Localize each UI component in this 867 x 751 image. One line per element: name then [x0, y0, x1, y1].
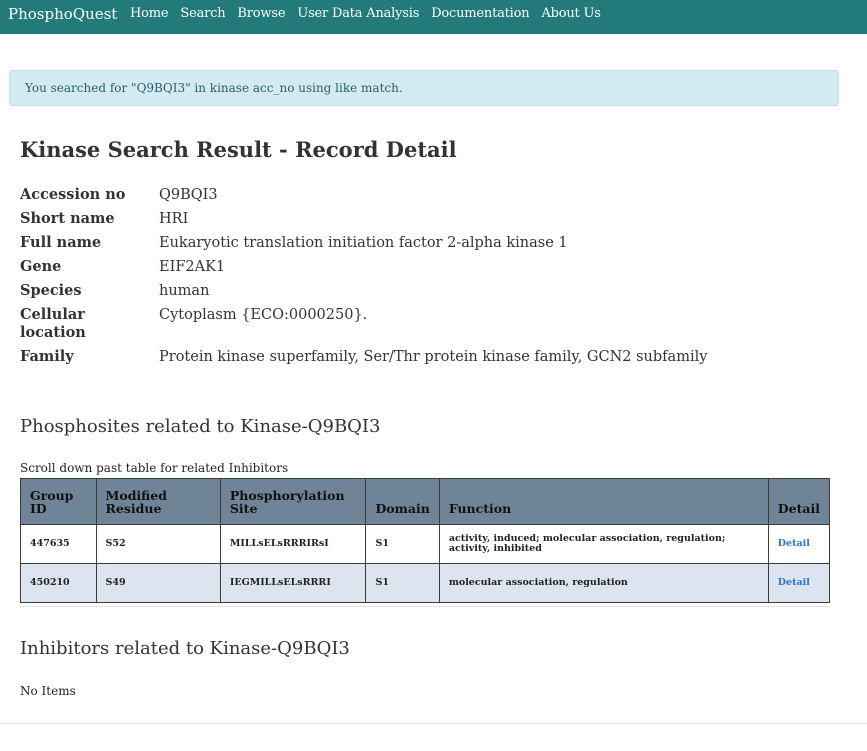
record-details: Accession no Q9BQI3 Short name HRI Full … [20, 186, 780, 372]
table-header-row: Group ID Modified Residue Phosphorylatio… [20, 478, 831, 525]
detail-row-accession: Accession no Q9BQI3 [20, 186, 780, 204]
col-group-id: Group ID [20, 478, 97, 525]
detail-row-cellular-location: Cellular location Cytoplasm {ECO:0000250… [20, 306, 780, 342]
detail-value: Eukaryotic translation initiation factor… [159, 235, 568, 251]
cell-domain: S1 [365, 524, 440, 564]
inhibitors-heading: Inhibitors related to Kinase-Q9BQI3 [20, 638, 350, 659]
detail-label: Short name [20, 210, 115, 227]
detail-label: Gene [20, 258, 62, 275]
cell-site: MILLsELsRRRIRsI [219, 524, 367, 564]
col-modified-residue: Modified Residue [95, 478, 221, 525]
detail-value: Q9BQI3 [159, 187, 218, 203]
navbar: PhosphoQuest Home Search Browse User Dat… [0, 0, 867, 34]
phosphosites-heading: Phosphosites related to Kinase-Q9BQI3 [20, 416, 381, 437]
footer-divider [0, 723, 867, 724]
detail-row-gene: Gene EIF2AK1 [20, 258, 780, 276]
cell-domain: S1 [365, 563, 440, 603]
detail-value: Cytoplasm {ECO:0000250}. [159, 307, 368, 323]
detail-value: HRI [159, 211, 189, 227]
nav-about-us[interactable]: About Us [541, 6, 600, 21]
detail-row-full-name: Full name Eukaryotic translation initiat… [20, 234, 780, 252]
nav-search[interactable]: Search [180, 6, 225, 21]
cell-detail: Detail [767, 524, 831, 564]
detail-label: Family [20, 348, 74, 365]
page-title: Kinase Search Result - Record Detail [20, 137, 457, 162]
cell-residue: S52 [95, 524, 221, 564]
cell-function: molecular association, regulation [438, 563, 769, 603]
col-domain: Domain [365, 478, 440, 525]
detail-label: Full name [20, 234, 102, 251]
detail-label: Accession no [20, 186, 126, 203]
cell-group-id: 447635 [20, 524, 97, 564]
detail-row-species: Species human [20, 282, 780, 300]
cell-detail: Detail [767, 563, 831, 603]
search-info-alert: You searched for "Q9BQI3" in kinase acc_… [9, 70, 839, 106]
detail-link[interactable]: Detail [778, 538, 810, 549]
cell-function: activity, induced; molecular association… [438, 524, 769, 564]
nav-home[interactable]: Home [130, 6, 169, 21]
nav-user-data-analysis[interactable]: User Data Analysis [297, 6, 419, 21]
detail-row-short-name: Short name HRI [20, 210, 780, 228]
detail-label: Species [20, 282, 82, 299]
detail-row-family: Family Protein kinase superfamily, Ser/T… [20, 348, 780, 366]
col-function: Function [438, 478, 769, 525]
cell-residue: S49 [95, 563, 221, 603]
col-phosphorylation-site: Phosphorylation Site [219, 478, 367, 525]
table-row: 447635 S52 MILLsELsRRRIRsI S1 activity, … [20, 524, 831, 564]
col-detail: Detail [767, 478, 831, 525]
cell-group-id: 450210 [20, 563, 97, 603]
detail-value: EIF2AK1 [159, 259, 226, 275]
cell-site: IEGMILLsELsRRRI [219, 563, 367, 603]
main-nav: Home Search Browse User Data Analysis Do… [130, 6, 613, 21]
nav-documentation[interactable]: Documentation [431, 6, 529, 21]
table-row: 450210 S49 IEGMILLsELsRRRI S1 molecular … [20, 563, 831, 603]
phosphosites-table: Group ID Modified Residue Phosphorylatio… [20, 478, 831, 603]
brand-logo[interactable]: PhosphoQuest [8, 5, 117, 23]
no-items-text: No Items [20, 684, 76, 698]
nav-browse[interactable]: Browse [237, 6, 285, 21]
scroll-note: Scroll down past table for related Inhib… [20, 461, 289, 475]
detail-label: Cellular location [20, 306, 86, 341]
detail-link[interactable]: Detail [778, 577, 810, 588]
detail-value: human [159, 283, 210, 299]
detail-value: Protein kinase superfamily, Ser/Thr prot… [159, 349, 708, 365]
section-divider [20, 606, 830, 607]
